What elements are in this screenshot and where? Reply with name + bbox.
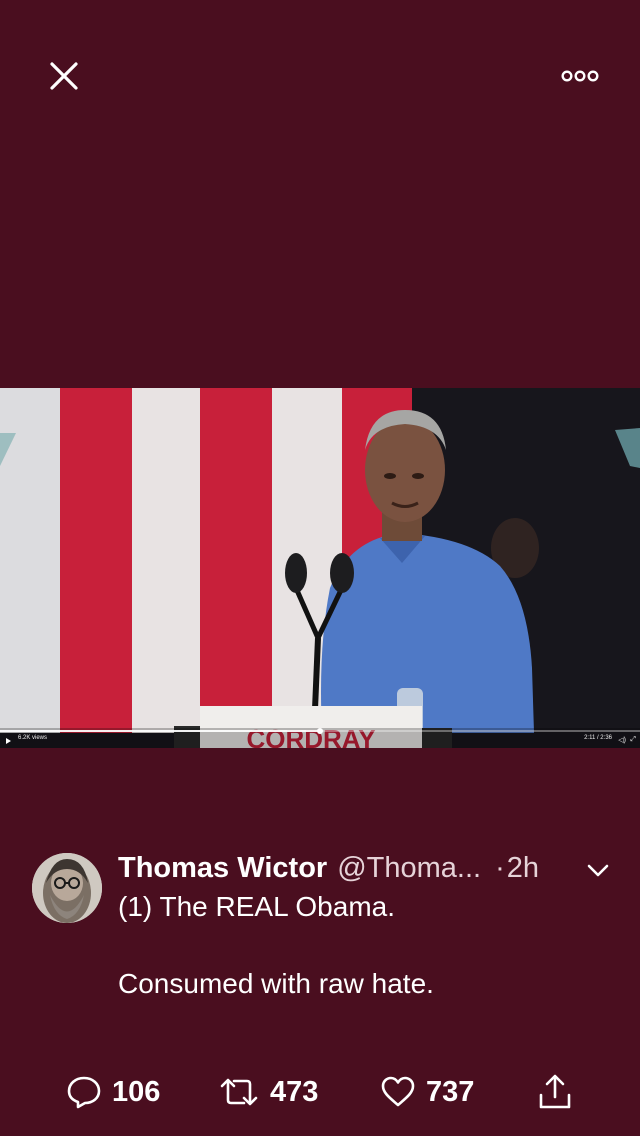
volume-icon[interactable]: ◁) [618, 736, 626, 744]
retweet-button[interactable]: 473 [218, 1068, 318, 1116]
video-views: 6.2K views [18, 735, 48, 741]
avatar[interactable] [32, 853, 102, 923]
close-icon [50, 62, 78, 90]
like-button[interactable]: 737 [380, 1068, 474, 1116]
video-progress-fill [0, 730, 320, 732]
more-options-button[interactable] [554, 56, 606, 96]
share-icon [539, 1074, 571, 1109]
tweet-menu-button[interactable] [580, 852, 616, 888]
separator-dot: · [495, 851, 505, 884]
tweet-line-2: Consumed with raw hate. [118, 968, 434, 999]
author-name[interactable]: Thomas Wictor [118, 852, 327, 885]
retweet-count: 473 [270, 1075, 319, 1108]
play-icon[interactable] [6, 738, 11, 744]
video-time: 2:11 / 2:36 [584, 735, 612, 741]
video-progress-bar[interactable] [0, 728, 640, 734]
reply-icon [67, 1076, 101, 1109]
tweet-text: (1) The REAL Obama. Consumed with raw ha… [118, 888, 608, 1003]
fullscreen-icon[interactable]: ⤢ [630, 736, 636, 744]
share-button[interactable] [536, 1068, 574, 1116]
close-button[interactable] [40, 52, 88, 100]
retweet-icon [220, 1078, 258, 1106]
tweet-line-gap [118, 926, 608, 965]
tweet-timestamp: 2h [506, 851, 540, 884]
video-frame: CORDRAY [0, 388, 640, 748]
author-handle[interactable]: @Thoma... [337, 852, 481, 885]
heart-icon [381, 1076, 415, 1107]
avatar-image [32, 853, 102, 923]
reply-button[interactable]: 106 [66, 1068, 160, 1116]
reply-count: 106 [112, 1075, 161, 1108]
more-options-icon [561, 70, 599, 82]
media-viewer-screen: CORDRAY 6.2K views 2:11 / 2:36 ◁) ⤢ Thom… [0, 0, 640, 1136]
tweet-line-1: (1) The REAL Obama. [118, 891, 396, 922]
chevron-down-icon [587, 864, 609, 877]
video-player[interactable]: CORDRAY 6.2K views 2:11 / 2:36 ◁) ⤢ [0, 388, 640, 748]
tweet-header: Thomas Wictor @Thoma... · 2h [118, 848, 618, 888]
tweet-actions: 106 473 737 [0, 1068, 640, 1116]
like-count: 737 [426, 1075, 475, 1108]
video-progress-knob[interactable] [317, 728, 323, 734]
